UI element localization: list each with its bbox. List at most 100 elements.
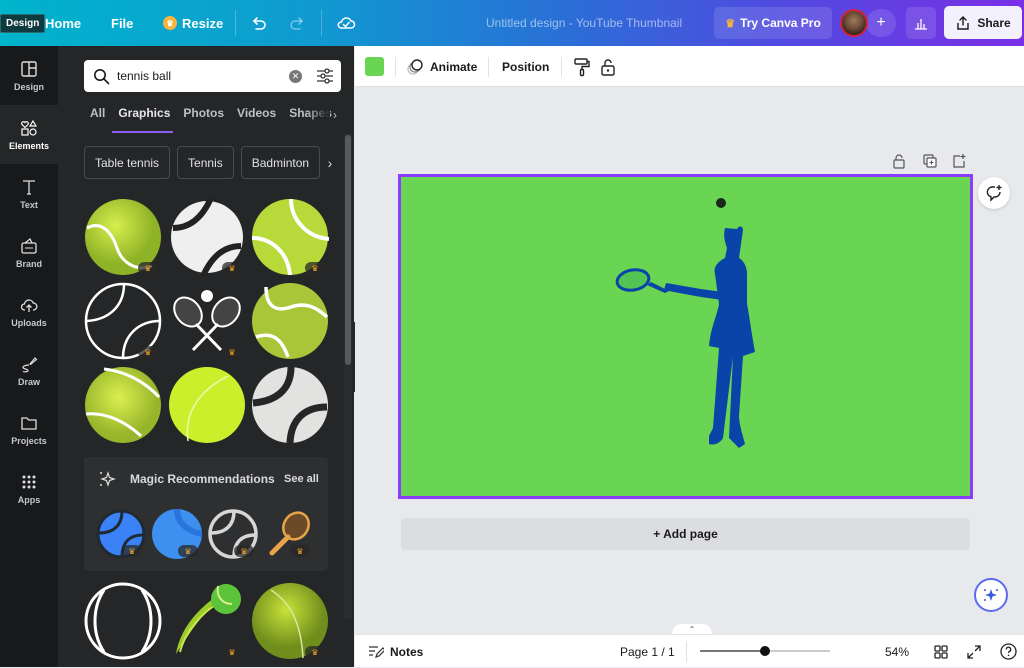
duplicate-icon bbox=[923, 154, 937, 168]
chip-tennis[interactable]: Tennis bbox=[177, 146, 234, 179]
animate-button[interactable]: Animate bbox=[407, 46, 477, 87]
paint-roller-icon bbox=[574, 57, 590, 76]
fullscreen-button[interactable] bbox=[967, 635, 981, 668]
graphic-realistic-tennis-ball[interactable]: ♛ bbox=[84, 198, 162, 276]
notes-button[interactable]: Notes bbox=[368, 635, 423, 668]
background-color-swatch[interactable] bbox=[365, 57, 384, 76]
premium-crown-icon: ♛ bbox=[290, 545, 310, 557]
graphic-white-tennis-ball[interactable]: ♛ bbox=[168, 196, 246, 278]
rail-label: Brand bbox=[15, 258, 42, 269]
graphic-flat-green-tennis-ball[interactable]: ♛ bbox=[251, 198, 330, 276]
page-indicator[interactable]: Page 1 / 1 bbox=[620, 635, 675, 668]
rail-item-brand[interactable]: Brand bbox=[0, 223, 58, 282]
magic-item-grey-outline-ball[interactable]: ♛ bbox=[208, 509, 258, 559]
copy-style-button[interactable] bbox=[573, 46, 591, 87]
lock-button[interactable] bbox=[600, 46, 616, 87]
premium-crown-icon: ♛ bbox=[138, 346, 158, 358]
canva-assistant-button[interactable] bbox=[974, 578, 1008, 612]
tab-all[interactable]: All bbox=[90, 106, 105, 126]
try-pro-label: Try Canva Pro bbox=[740, 16, 821, 30]
tab-photos[interactable]: Photos bbox=[183, 106, 224, 126]
premium-crown-icon: ♛ bbox=[222, 262, 242, 274]
graphic-neon-tennis-ball[interactable] bbox=[168, 366, 246, 444]
rail-item-text[interactable]: Text bbox=[0, 164, 58, 223]
premium-crown-icon: ♛ bbox=[222, 646, 242, 658]
cloud-save-status[interactable] bbox=[336, 0, 356, 46]
lock-page-button[interactable] bbox=[892, 153, 906, 174]
add-page-icon bbox=[953, 154, 966, 168]
suggestion-chips: Table tennis Tennis Badminton bbox=[84, 146, 321, 179]
rail-label: Text bbox=[20, 199, 38, 210]
premium-crown-icon: ♛ bbox=[305, 646, 325, 658]
avatar[interactable] bbox=[840, 9, 868, 37]
magic-item-blue-outline-ball[interactable]: ♛ bbox=[96, 509, 146, 559]
file-menu[interactable]: File bbox=[111, 0, 133, 46]
resize-button[interactable]: ♛ Resize bbox=[163, 0, 223, 46]
tennis-player-graphic[interactable] bbox=[401, 177, 970, 496]
sparkle-icon bbox=[984, 589, 998, 601]
chip-table-tennis[interactable]: Table tennis bbox=[84, 146, 171, 179]
rail-item-draw[interactable]: Draw bbox=[0, 341, 58, 400]
tabs-next-icon[interactable]: › bbox=[333, 108, 337, 122]
zoom-slider[interactable] bbox=[700, 646, 830, 656]
graphic-crossed-rackets[interactable]: ♛ bbox=[168, 282, 246, 360]
redo-button[interactable] bbox=[288, 0, 306, 46]
help-button[interactable] bbox=[1000, 635, 1017, 668]
tennis-ball-icon bbox=[169, 367, 245, 443]
position-button[interactable]: Position bbox=[502, 46, 549, 87]
graphic-white-outline-ball[interactable] bbox=[84, 582, 162, 660]
duplicate-page-button[interactable] bbox=[922, 153, 938, 174]
rail-item-design[interactable]: Design bbox=[0, 46, 58, 105]
grid-view-button[interactable] bbox=[934, 635, 948, 668]
search-input[interactable] bbox=[117, 66, 277, 86]
graphic-green-tennis-ball-curve[interactable] bbox=[251, 282, 329, 360]
pen-icon bbox=[22, 356, 38, 372]
premium-crown-icon: ♛ bbox=[234, 545, 254, 557]
see-all-link[interactable]: See all bbox=[284, 473, 319, 485]
divider bbox=[235, 10, 236, 36]
rail-item-uploads[interactable]: Uploads bbox=[0, 282, 58, 341]
insights-button[interactable] bbox=[906, 7, 936, 39]
tennis-ball-icon bbox=[252, 366, 328, 444]
magic-item-blue-ball[interactable]: ♛ bbox=[152, 508, 203, 559]
graphic-outline-tennis-ball[interactable]: ♛ bbox=[84, 282, 162, 360]
add-comment-button[interactable] bbox=[978, 177, 1010, 209]
graphic-flying-tennis-ball[interactable]: ♛ bbox=[168, 582, 246, 660]
expand-icon bbox=[967, 644, 981, 659]
divider bbox=[395, 57, 396, 77]
home-button[interactable]: Home bbox=[45, 0, 81, 46]
try-canva-pro-button[interactable]: ♛ Try Canva Pro bbox=[714, 7, 832, 39]
search-box[interactable]: ✕ bbox=[84, 60, 341, 92]
rail-label: Design bbox=[13, 81, 44, 92]
tab-graphics[interactable]: Graphics bbox=[112, 106, 174, 133]
graphic-grey-tennis-ball[interactable] bbox=[251, 366, 329, 444]
document-title[interactable]: Untitled design - YouTube Thumbnail bbox=[486, 0, 682, 46]
zoom-level[interactable]: 54% bbox=[885, 635, 909, 668]
undo-button[interactable] bbox=[250, 0, 268, 46]
rail-item-elements[interactable]: Elements bbox=[0, 105, 58, 164]
filter-icon[interactable] bbox=[316, 68, 334, 84]
graphic-textured-tennis-ball[interactable]: ♛ bbox=[251, 582, 329, 660]
zoom-slider-knob[interactable] bbox=[760, 646, 770, 656]
add-page-button[interactable]: + Add page bbox=[401, 518, 970, 550]
magic-item-orange-racket[interactable]: ♛ bbox=[264, 509, 314, 559]
comment-plus-icon bbox=[986, 185, 1002, 202]
invite-button[interactable]: + bbox=[866, 9, 896, 37]
unlock-icon bbox=[893, 154, 905, 169]
chips-next-icon[interactable]: › bbox=[320, 146, 340, 179]
search-icon bbox=[94, 69, 110, 85]
design-page[interactable] bbox=[398, 174, 973, 499]
animate-icon bbox=[407, 58, 423, 75]
rail-item-projects[interactable]: Projects bbox=[0, 400, 58, 459]
graphic-3d-tennis-ball[interactable] bbox=[84, 366, 162, 444]
scrollbar-thumb[interactable] bbox=[345, 135, 351, 365]
clear-search-icon[interactable]: ✕ bbox=[289, 70, 302, 83]
context-toolbar: Animate Position bbox=[355, 46, 1024, 87]
divider bbox=[561, 57, 562, 77]
tennis-ball-icon bbox=[84, 582, 162, 660]
add-page-icon-button[interactable] bbox=[951, 153, 967, 174]
rail-item-apps[interactable]: Apps bbox=[0, 459, 58, 518]
chip-badminton[interactable]: Badminton bbox=[240, 146, 321, 179]
tab-videos[interactable]: Videos bbox=[237, 106, 276, 126]
share-button[interactable]: Share bbox=[944, 6, 1022, 39]
